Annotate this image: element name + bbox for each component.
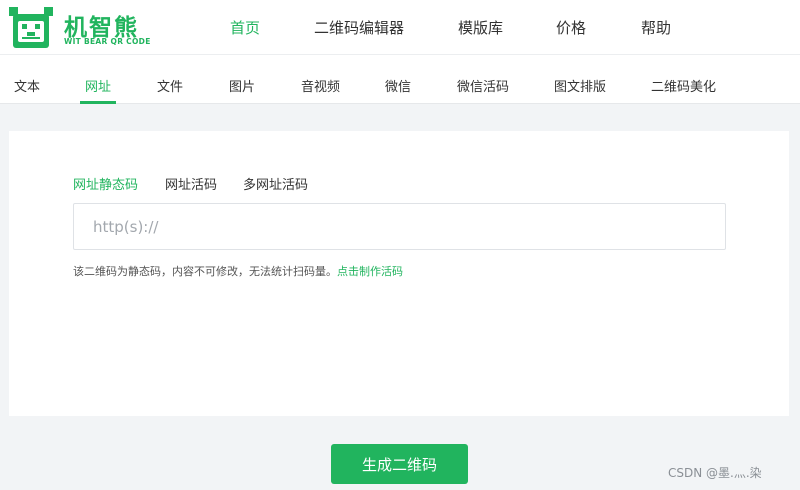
tab-static-url[interactable]: 网址静态码 xyxy=(73,174,138,193)
csdn-watermark: CSDN @墨.灬.染 xyxy=(668,466,762,480)
category-wechat-live-code[interactable]: 微信活码 xyxy=(457,76,509,95)
make-live-code-link[interactable]: 点击制作活码 xyxy=(337,265,403,278)
category-image[interactable]: 图片 xyxy=(229,76,255,95)
url-panel: 网址静态码 网址活码 多网址活码 该二维码为静态码，内容不可修改，无法统计扫码量… xyxy=(9,131,789,416)
url-input[interactable] xyxy=(73,203,726,250)
category-tabs: 文本 网址 文件 图片 音视频 微信 微信活码 图文排版 二维码美化 xyxy=(0,54,800,104)
nav-help[interactable]: 帮助 xyxy=(641,17,671,38)
category-audio-video[interactable]: 音视频 xyxy=(301,76,340,95)
nav-home[interactable]: 首页 xyxy=(230,17,260,38)
category-file[interactable]: 文件 xyxy=(157,76,183,95)
tab-multi-url[interactable]: 多网址活码 xyxy=(243,174,308,193)
static-code-hint: 该二维码为静态码，内容不可修改，无法统计扫码量。点击制作活码 xyxy=(73,263,403,279)
generate-qr-button[interactable]: 生成二维码 xyxy=(331,444,468,484)
brand-logo[interactable]: 机智熊 WIT BEAR QR CODE xyxy=(8,6,168,50)
tab-dynamic-url[interactable]: 网址活码 xyxy=(165,174,217,193)
nav-templates[interactable]: 模版库 xyxy=(458,17,503,38)
active-category-indicator xyxy=(80,101,116,104)
nav-pricing[interactable]: 价格 xyxy=(556,17,586,38)
category-text[interactable]: 文本 xyxy=(14,76,40,95)
bear-logo-icon xyxy=(9,7,53,48)
category-rich-text[interactable]: 图文排版 xyxy=(554,76,606,95)
hint-text: 该二维码为静态码，内容不可修改，无法统计扫码量。 xyxy=(73,265,337,278)
category-qr-beautify[interactable]: 二维码美化 xyxy=(651,76,716,95)
top-header: 机智熊 WIT BEAR QR CODE 首页 二维码编辑器 模版库 价格 帮助 xyxy=(0,0,800,54)
category-wechat[interactable]: 微信 xyxy=(385,76,411,95)
brand-subtitle: WIT BEAR QR CODE xyxy=(64,37,151,46)
nav-qr-editor[interactable]: 二维码编辑器 xyxy=(314,17,404,38)
category-url[interactable]: 网址 xyxy=(85,76,111,95)
